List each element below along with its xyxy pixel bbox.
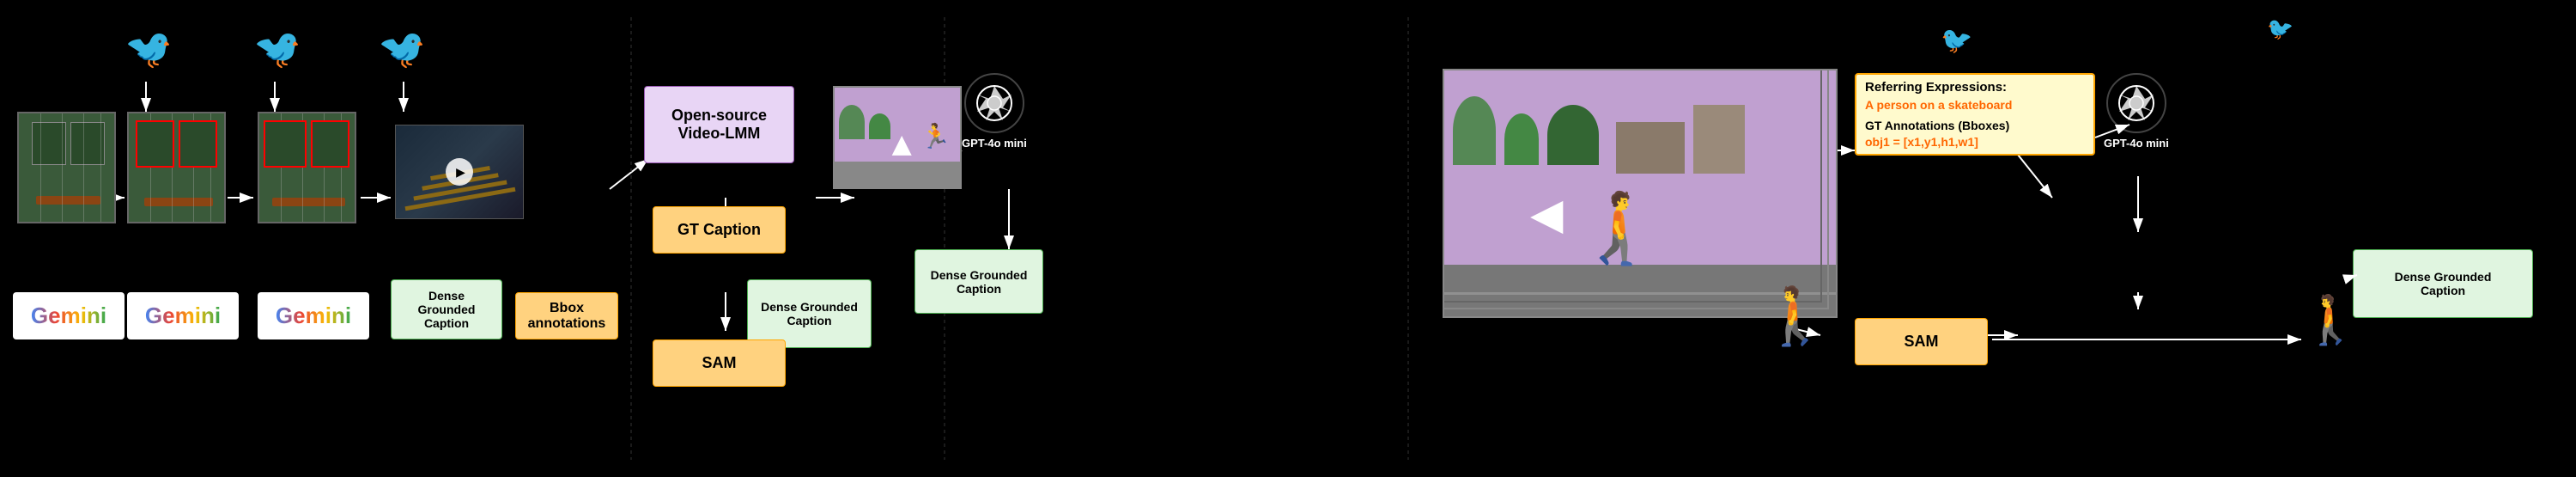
bird-silhouette-right2-1: 🐦 (1941, 26, 1972, 56)
open-source-label: Open-source Video-LMM (657, 107, 781, 143)
scene-image-right2: 🚶 ◀ (1443, 69, 1838, 318)
scene-image-right1: 🏃 ▶ (833, 86, 962, 189)
sam-middle-label: SAM (702, 354, 737, 372)
video-frame-2 (127, 112, 226, 223)
video-thumbnail: ▶ (395, 125, 524, 219)
ref-expr-value: A person on a skateboard (1865, 98, 2085, 112)
gemini-label-2: Gemini (145, 303, 221, 329)
bird-icon-2: 🐦 (253, 26, 301, 71)
gt-caption-label: GT Caption (677, 221, 761, 239)
dense-caption-left: Dense GroundedCaption (391, 279, 502, 339)
referring-expressions-box: Referring Expressions: A person on a ska… (1855, 73, 2095, 156)
video-frame-1 (17, 112, 116, 223)
gt-annotations-title: GT Annotations (Bboxes) (1865, 119, 2085, 132)
arrows-overlay (0, 0, 2576, 477)
gt-annotations-value: obj1 = [x1,y1,h1,w1] (1865, 135, 2085, 149)
gpt-circle-right1 (964, 73, 1024, 133)
person-silhouette-far-right: 🚶 (2301, 292, 2360, 348)
dense-caption-left-label: Dense GroundedCaption (400, 289, 493, 330)
dense-caption-far-right-label: Dense GroundedCaption (2395, 270, 2492, 297)
gemini-box-3: Gemini (258, 292, 369, 339)
gpt-label-right1: GPT-4o mini (962, 137, 1027, 150)
bbox-label: Bbox annotations (526, 301, 607, 332)
sam-right2-label: SAM (1905, 333, 1939, 351)
bird-silhouette-right2-2: 🐦 (2267, 17, 2293, 42)
gpt-logo-right2: GPT-4o mini (2104, 73, 2169, 150)
open-source-box: Open-source Video-LMM (644, 86, 794, 163)
dense-caption-middle-label: Dense GroundedCaption (761, 300, 858, 327)
video-frame-3 (258, 112, 356, 223)
dense-caption-far-right: Dense GroundedCaption (2353, 249, 2533, 318)
bird-icon-1: 🐦 (125, 26, 173, 71)
gemini-label-3: Gemini (276, 303, 351, 329)
ref-expr-title: Referring Expressions: (1865, 80, 2085, 95)
gemini-label-1: Gemini (31, 303, 106, 329)
person-silhouette-right2: 🚶 (1760, 284, 1830, 349)
dense-caption-right1: Dense Grounded Caption (914, 249, 1043, 314)
bird-icon-3: 🐦 (378, 26, 426, 71)
sam-right2-box: SAM (1855, 318, 1988, 365)
gpt-logo-right1: GPT-4o mini (962, 73, 1027, 150)
gt-caption-box: GT Caption (653, 206, 786, 254)
dense-caption-middle: Dense GroundedCaption (747, 279, 872, 348)
gemini-box-2: Gemini (127, 292, 239, 339)
dense-caption-right1-label: Dense Grounded Caption (924, 268, 1034, 296)
main-diagram: 🐦 🐦 🐦 ▶ (0, 0, 2576, 477)
gemini-box-1: Gemini (13, 292, 125, 339)
gpt-circle-right2 (2106, 73, 2166, 133)
arrows-right2 (0, 0, 2576, 477)
sam-middle-box: SAM (653, 339, 786, 387)
bbox-annotations-box: Bbox annotations (515, 292, 618, 339)
gpt-label-right2: GPT-4o mini (2104, 137, 2169, 150)
